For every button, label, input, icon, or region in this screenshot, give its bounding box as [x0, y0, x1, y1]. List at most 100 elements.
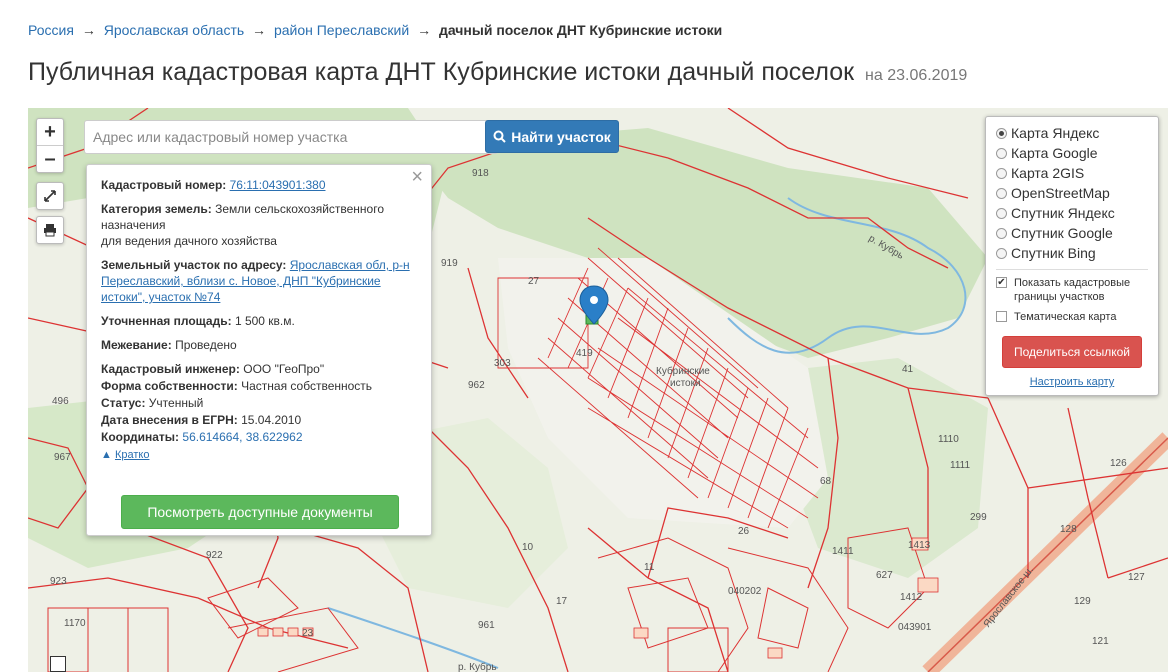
- checkbox-label: Тематическая карта: [1014, 311, 1117, 323]
- checkbox-label: Показать кадастровые границы участков: [1014, 277, 1131, 303]
- map-corner-icon[interactable]: [50, 656, 66, 672]
- info-label: Земельный участок по адресу:: [101, 258, 287, 272]
- info-egrn-date: Дата внесения в ЕГРН: 15.04.2010: [101, 412, 417, 428]
- map-label-1170: 1170: [64, 618, 86, 629]
- map-label-26: 26: [738, 526, 750, 537]
- caret-up-icon: ▲: [101, 449, 112, 461]
- layer-option-yandex-satellite[interactable]: Спутник Яндекс: [996, 203, 1148, 223]
- map-label-922: 922: [206, 550, 223, 561]
- breadcrumb-russia[interactable]: Россия: [28, 22, 74, 38]
- map-label-road: Ярославское ш.: [982, 565, 1036, 630]
- view-documents-button[interactable]: Посмотреть доступные документы: [121, 495, 399, 529]
- breadcrumb-district[interactable]: район Переславский: [274, 22, 409, 38]
- address-link[interactable]: Ярославская обл, р-н: [290, 258, 410, 272]
- info-area: Уточненная площадь: 1 500 кв.м.: [101, 313, 417, 329]
- map-label-11: 11: [644, 562, 655, 573]
- zoom-out-button[interactable]: –: [37, 146, 63, 172]
- expand-icon: [44, 190, 56, 202]
- map-label-41: 41: [902, 364, 914, 375]
- map-label-kubrinskie: Кубринские: [656, 365, 710, 377]
- zoom-control: + –: [36, 118, 64, 173]
- radio-icon: [996, 127, 1007, 139]
- search-button-label: Найти участок: [511, 128, 611, 145]
- divider: [996, 269, 1148, 270]
- coordinates-link[interactable]: 56.614664, 38.622962: [182, 430, 302, 444]
- fullscreen-button[interactable]: [36, 182, 64, 210]
- map-label-1413: 1413: [908, 540, 931, 551]
- show-borders-checkbox[interactable]: ✔ Показать кадастровые границы участков: [996, 276, 1148, 304]
- address-link[interactable]: истоки", участок №74: [101, 290, 220, 304]
- address-link[interactable]: Переславский, вблизи с. Новое, ДНП "Кубр…: [101, 274, 381, 288]
- layer-option-google-satellite[interactable]: Спутник Google: [996, 223, 1148, 243]
- map-label-river-south: р. Кубрь: [458, 661, 497, 672]
- map-label-68: 68: [820, 476, 832, 487]
- info-label: Статус:: [101, 396, 146, 410]
- breadcrumb-region[interactable]: Ярославская область: [104, 22, 244, 38]
- radio-icon: [996, 147, 1007, 159]
- close-icon[interactable]: ×: [411, 167, 423, 187]
- info-category: Категория земель: Земли сельскохозяйстве…: [101, 201, 417, 249]
- search-button[interactable]: Найти участок: [485, 120, 619, 153]
- collapse-label: Кратко: [114, 449, 150, 461]
- search-input[interactable]: [84, 120, 498, 154]
- thematic-map-checkbox[interactable]: Тематическая карта: [996, 310, 1148, 324]
- layer-label: Спутник Яндекс: [1011, 205, 1115, 221]
- zoom-in-button[interactable]: +: [37, 119, 63, 146]
- info-value: 1 500 кв.м.: [234, 314, 295, 328]
- layer-label: Спутник Bing: [1011, 245, 1096, 261]
- map-label-23: 23: [302, 628, 314, 639]
- info-value: Учтенный: [148, 396, 204, 410]
- info-value: ООО "ГеоПро": [243, 362, 325, 376]
- page-title: Публичная кадастровая карта ДНТ Кубринск…: [28, 58, 967, 87]
- radio-icon: [996, 227, 1007, 239]
- cadastral-map[interactable]: 918 919 27 303 496 967 962 419 Кубрински…: [28, 108, 1168, 672]
- breadcrumb-current: дачный поселок ДНТ Кубринские истоки: [438, 22, 723, 38]
- map-label-17: 17: [556, 596, 568, 607]
- info-address: Земельный участок по адресу: Ярославская…: [101, 257, 417, 305]
- page-title-text: Публичная кадастровая карта ДНТ Кубринск…: [28, 58, 855, 86]
- layer-option-bing-satellite[interactable]: Спутник Bing: [996, 243, 1148, 263]
- collapse-toggle[interactable]: ▲ Кратко: [101, 447, 417, 463]
- info-status: Статус: Учтенный: [101, 395, 417, 411]
- info-value: Частная собственность: [241, 379, 373, 393]
- cad-number-link[interactable]: 76:11:043901:380: [230, 178, 326, 192]
- map-label-961: 961: [478, 620, 495, 631]
- layer-option-google-map[interactable]: Карта Google: [996, 143, 1148, 163]
- radio-icon: [996, 167, 1007, 179]
- search-icon: [493, 130, 506, 143]
- map-label-967: 967: [54, 452, 71, 463]
- map-label-126: 126: [1110, 458, 1127, 469]
- map-label-918: 918: [472, 168, 489, 179]
- layer-label: Карта 2GIS: [1011, 165, 1085, 181]
- map-label-299: 299: [970, 512, 987, 523]
- breadcrumb-separator: →: [252, 22, 267, 38]
- map-label-1412: 1412: [900, 592, 923, 603]
- share-link-button[interactable]: Поделиться ссылкой: [1002, 336, 1142, 368]
- map-label-040202: 040202: [728, 586, 762, 597]
- info-label: Уточненная площадь:: [101, 314, 232, 328]
- page-date: на 23.06.2019: [865, 67, 968, 84]
- map-label-919: 919: [441, 258, 458, 269]
- print-button[interactable]: [36, 216, 64, 244]
- radio-icon: [996, 187, 1007, 199]
- configure-map-link[interactable]: Настроить карту: [996, 376, 1148, 388]
- layer-option-yandex-map[interactable]: Карта Яндекс: [996, 123, 1148, 143]
- map-label-303: 303: [494, 358, 511, 369]
- map-label-419: 419: [576, 348, 593, 359]
- info-label: Межевание:: [101, 338, 172, 352]
- info-ownership: Форма собственности: Частная собственнос…: [101, 378, 417, 394]
- map-label-121: 121: [1092, 636, 1109, 647]
- map-label-496: 496: [52, 396, 69, 407]
- info-label: Дата внесения в ЕГРН:: [101, 413, 238, 427]
- info-value: 15.04.2010: [241, 413, 302, 427]
- info-value: назначения: [101, 218, 166, 232]
- layer-label: Карта Яндекс: [1011, 125, 1100, 141]
- layer-option-2gis-map[interactable]: Карта 2GIS: [996, 163, 1148, 183]
- map-label-962: 962: [468, 380, 485, 391]
- info-survey: Межевание: Проведено: [101, 337, 417, 353]
- radio-icon: [996, 207, 1007, 219]
- breadcrumb-separator: →: [417, 22, 432, 38]
- layer-option-osm[interactable]: OpenStreetMap: [996, 183, 1148, 203]
- layer-label: OpenStreetMap: [1011, 185, 1110, 201]
- layer-label: Спутник Google: [1011, 225, 1113, 241]
